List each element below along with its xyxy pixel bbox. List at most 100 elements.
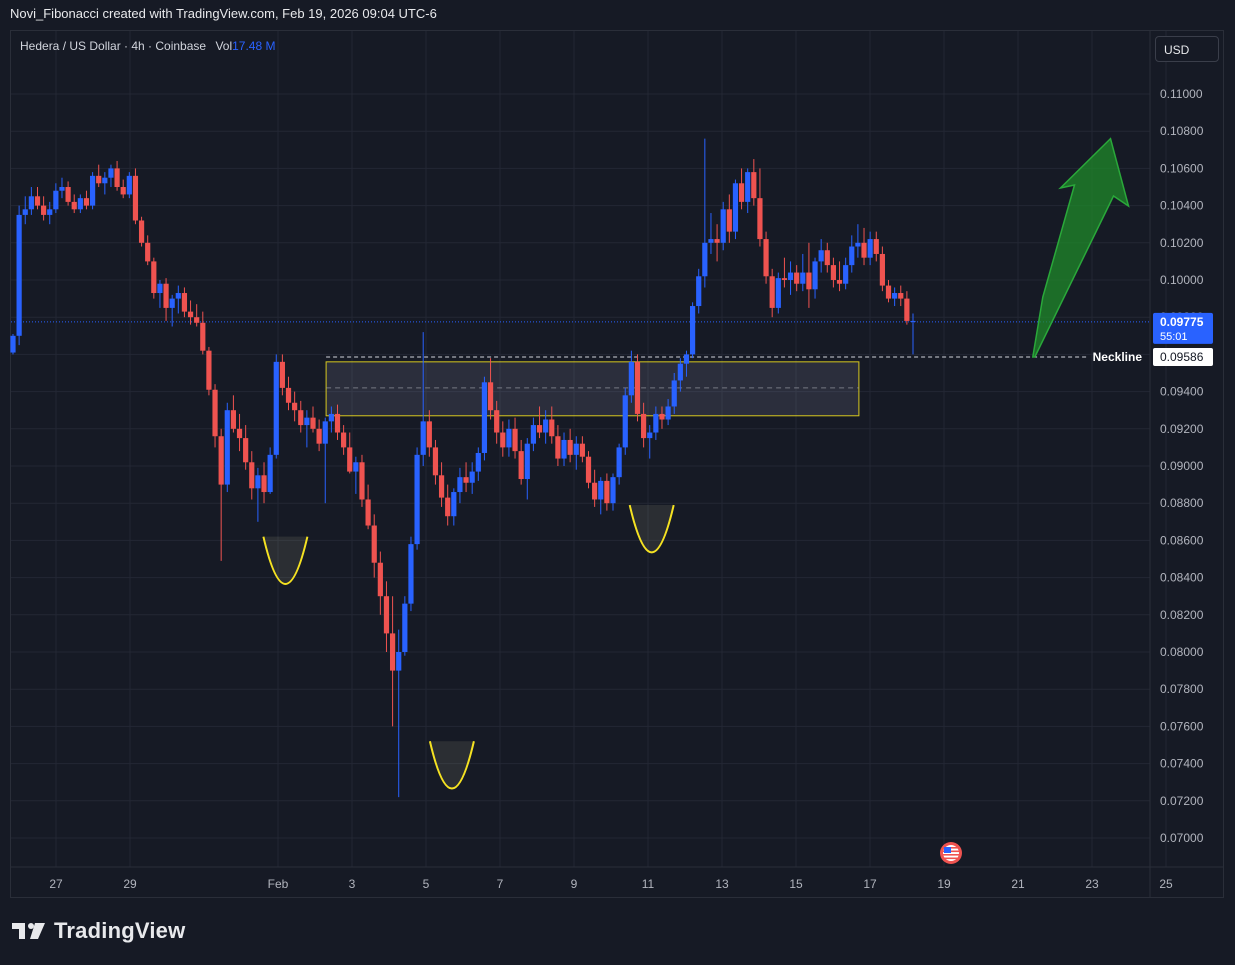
candle <box>769 268 775 318</box>
flag-stripe <box>943 857 959 860</box>
candle <box>763 231 769 284</box>
candle-body <box>683 354 690 364</box>
candle <box>457 467 463 504</box>
candle <box>426 410 432 457</box>
candle-body <box>524 443 530 480</box>
candle-body <box>812 261 818 290</box>
candle <box>163 278 169 321</box>
tradingview-brand[interactable]: TradingView <box>12 918 185 944</box>
price-tick-label: 0.09200 <box>1160 422 1204 436</box>
price-tick-label: 0.10200 <box>1160 236 1204 250</box>
candle <box>89 172 96 210</box>
candle-body <box>475 452 481 472</box>
time-tick-label: 11 <box>642 877 655 891</box>
time-tick-label: 9 <box>571 877 578 891</box>
volume-label: Vol <box>215 39 233 53</box>
candle <box>567 428 573 463</box>
candle-body <box>194 317 200 323</box>
time-tick-label: 25 <box>1159 877 1173 891</box>
candle <box>592 469 598 507</box>
neckline-value-label: 0.09586 <box>1160 350 1204 364</box>
candle <box>285 376 292 411</box>
candle-body <box>218 436 224 485</box>
chart-canvas[interactable]: Neckline 0.110000.108000.106000.104000.1… <box>0 0 1235 965</box>
candle-body <box>671 380 677 407</box>
candle <box>751 159 757 206</box>
candle-body <box>855 242 861 247</box>
candle <box>432 439 439 485</box>
candle-body <box>481 382 488 453</box>
candle-body <box>610 477 616 504</box>
candle <box>138 216 145 247</box>
candle-body <box>328 413 334 422</box>
candle-body <box>592 482 598 500</box>
candle <box>145 235 151 266</box>
candle-body <box>677 363 683 381</box>
candle-body <box>714 239 720 243</box>
candle <box>310 406 316 433</box>
candle <box>843 257 849 290</box>
candle-body <box>830 265 837 280</box>
candle <box>65 181 71 206</box>
candle <box>451 488 457 526</box>
candle <box>524 438 530 500</box>
resistance-zone <box>11 321 1150 417</box>
candle <box>463 462 469 493</box>
candle-body <box>530 425 537 444</box>
candle-body <box>769 276 775 308</box>
candle <box>622 387 628 455</box>
candle-body <box>126 175 132 195</box>
price-tick-label: 0.08000 <box>1160 645 1204 659</box>
candle-body <box>212 389 218 437</box>
candle <box>530 417 537 452</box>
volume-value: 17.48 M <box>232 39 276 53</box>
candle-body <box>708 239 714 243</box>
candle-body <box>310 417 316 429</box>
target-arrow[interactable] <box>1031 137 1130 358</box>
candle-body <box>292 402 298 411</box>
candle-body <box>849 246 855 266</box>
candle <box>610 473 616 511</box>
candle-body <box>794 272 800 284</box>
candle-body <box>59 187 65 191</box>
candle <box>77 194 83 214</box>
candle <box>414 447 420 550</box>
candle-body <box>549 419 555 437</box>
candle <box>598 477 604 515</box>
resistance-zone-box[interactable] <box>325 361 860 417</box>
candle <box>261 462 267 504</box>
candle <box>230 395 237 433</box>
candle-body <box>408 544 414 604</box>
candle-body <box>487 382 494 411</box>
candle-body <box>659 413 665 420</box>
candle <box>787 261 794 295</box>
candle <box>200 311 206 355</box>
candle-body <box>634 361 641 414</box>
candle <box>396 629 402 798</box>
candle <box>249 451 255 500</box>
candle-body <box>261 475 267 493</box>
candle-body <box>800 272 806 284</box>
candle <box>836 261 843 292</box>
us-flag-event-icon[interactable] <box>940 842 962 864</box>
candle-body <box>567 439 573 455</box>
time-tick-label: 17 <box>863 877 877 891</box>
candle <box>910 313 916 355</box>
candle-body <box>726 209 732 232</box>
candle-body <box>824 250 830 266</box>
candle <box>377 551 383 615</box>
candle-body <box>359 462 365 500</box>
candle-body <box>763 239 769 277</box>
candle-body <box>347 447 353 472</box>
price-tick-label: 0.10400 <box>1160 199 1204 213</box>
candle <box>812 257 818 299</box>
currency-button[interactable]: USD <box>1155 36 1219 62</box>
candle <box>187 300 194 325</box>
symbol-legend[interactable]: Hedera / US Dollar · 4h · Coinbase Vol17… <box>20 39 275 53</box>
candle-body <box>879 253 885 286</box>
candle <box>41 196 47 221</box>
candle-body <box>96 175 102 184</box>
candle <box>383 581 390 652</box>
candle <box>316 419 322 452</box>
candle-body <box>843 265 849 284</box>
